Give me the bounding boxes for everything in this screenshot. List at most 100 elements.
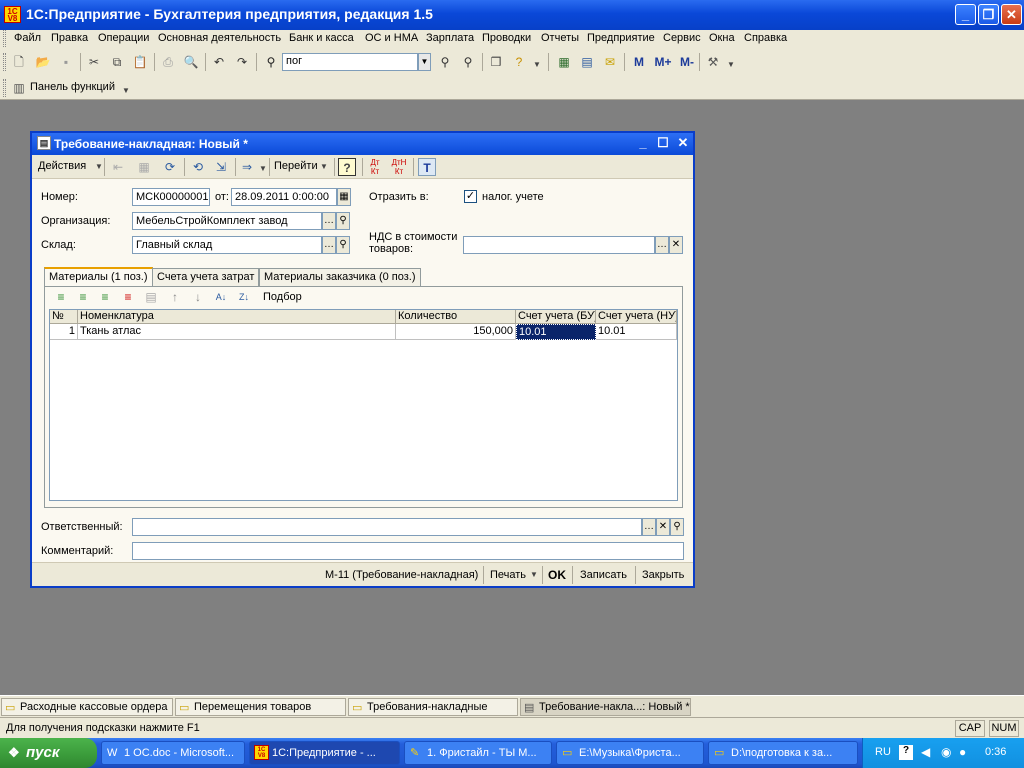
- unpost-icon[interactable]: ⇲: [212, 158, 230, 176]
- paste-icon[interactable]: 📋: [131, 53, 149, 71]
- tax-accounting-checkbox[interactable]: ✓: [464, 190, 477, 203]
- sort-asc-icon[interactable]: A↓: [212, 288, 230, 306]
- move-up-icon[interactable]: ↑: [166, 288, 184, 306]
- window-tab-cash-orders[interactable]: ▭ Расходные кассовые ордера: [1, 698, 173, 716]
- memory-plus-button[interactable]: М+: [651, 53, 675, 71]
- clock[interactable]: 0:36: [985, 746, 1006, 758]
- date-field[interactable]: 28.09.2011 0:00:00: [231, 188, 337, 206]
- redo-icon[interactable]: ↷: [233, 53, 251, 71]
- windows-icon[interactable]: ❒: [487, 53, 505, 71]
- search-input[interactable]: пог: [282, 53, 418, 71]
- tab-cost-accounts[interactable]: Счета учета затрат: [152, 268, 260, 286]
- restore-icon[interactable]: ❐: [978, 4, 999, 25]
- doc-close-icon[interactable]: ✕: [674, 135, 692, 153]
- find-prev-icon[interactable]: ⚲: [436, 53, 454, 71]
- taskbar-item-1c[interactable]: 1C V8 1С:Предприятие - ...: [249, 741, 400, 765]
- doc-minimize-icon[interactable]: _: [634, 135, 652, 153]
- menu-windows[interactable]: Окна: [709, 32, 735, 44]
- new-document-icon[interactable]: 🗋: [10, 53, 28, 71]
- organization-select-icon[interactable]: …: [322, 212, 336, 230]
- calculator-icon[interactable]: ▦: [555, 53, 573, 71]
- vat-select-icon[interactable]: …: [655, 236, 669, 254]
- window-tab-transfers[interactable]: ▭ Перемещения товаров: [175, 698, 346, 716]
- open-icon[interactable]: 📂: [34, 53, 52, 71]
- move-down-icon[interactable]: ↓: [189, 288, 207, 306]
- calendar-icon[interactable]: ▦: [337, 188, 351, 206]
- warehouse-field[interactable]: Главный склад: [132, 236, 322, 254]
- menu-edit[interactable]: Правка: [51, 32, 88, 44]
- sort-desc-icon[interactable]: Z↓: [235, 288, 253, 306]
- table-row-item[interactable]: Ткань атлас: [78, 324, 396, 340]
- vat-field[interactable]: [463, 236, 655, 254]
- menu-service[interactable]: Сервис: [663, 32, 701, 44]
- messages-icon[interactable]: ✉: [601, 53, 619, 71]
- column-header-item[interactable]: Номенклатура: [78, 310, 396, 324]
- memory-minus-button[interactable]: М-: [676, 53, 698, 71]
- add-row-icon[interactable]: ≡: [52, 288, 70, 306]
- window-tab-requisitions[interactable]: ▭ Требования-накладные: [348, 698, 518, 716]
- menu-reports[interactable]: Отчеты: [541, 32, 579, 44]
- post-icon[interactable]: ⟲: [189, 158, 207, 176]
- tab-customer-materials[interactable]: Материалы заказчика (0 поз.): [259, 268, 421, 286]
- tools-icon[interactable]: ⚒: [704, 53, 722, 71]
- search-dropdown-icon[interactable]: ▼: [418, 53, 431, 71]
- app-title-bar[interactable]: 1C V8 1С:Предприятие - Бухгалтерия предпр…: [0, 0, 1024, 30]
- table-row-account-bu[interactable]: 10.01: [516, 324, 596, 340]
- taskbar-item-word[interactable]: W 1 ОС.doc - Microsoft...: [101, 741, 245, 765]
- dt-kt-tax-icon[interactable]: ДтН Кт: [390, 158, 408, 176]
- window-tab-current-document[interactable]: ▤ Требование-накла...: Новый *: [520, 698, 691, 716]
- doc-maximize-icon[interactable]: ☐: [654, 135, 672, 153]
- organization-open-icon[interactable]: ⚲: [336, 212, 350, 230]
- column-header-number[interactable]: №: [50, 310, 78, 324]
- chevron-down-icon[interactable]: ▼: [90, 158, 108, 176]
- menu-postings[interactable]: Проводки: [482, 32, 531, 44]
- menu-fixed-assets[interactable]: ОС и НМА: [365, 32, 418, 44]
- chevron-down-icon[interactable]: ▼: [315, 158, 333, 176]
- responsible-select-icon[interactable]: …: [642, 518, 656, 536]
- delete-row-icon[interactable]: ≡: [119, 288, 137, 306]
- warehouse-open-icon[interactable]: ⚲: [336, 236, 350, 254]
- chevron-down-icon[interactable]: ▼: [528, 56, 546, 74]
- column-header-quantity[interactable]: Количество: [396, 310, 516, 324]
- menu-help[interactable]: Справка: [744, 32, 787, 44]
- prev-document-icon[interactable]: ⇤: [109, 158, 127, 176]
- expand-tray-icon[interactable]: ◀: [921, 745, 930, 759]
- menu-enterprise[interactable]: Предприятие: [587, 32, 655, 44]
- organization-field[interactable]: МебельСтройКомплект завод: [132, 212, 322, 230]
- functions-panel-button[interactable]: Панель функций: [30, 81, 115, 93]
- preview-icon[interactable]: 🔍: [182, 53, 200, 71]
- save-button[interactable]: Записать: [580, 569, 627, 581]
- end-edit-icon[interactable]: ▤: [142, 288, 160, 306]
- copy-icon[interactable]: ⧉: [108, 53, 126, 71]
- cut-icon[interactable]: ✂: [85, 53, 103, 71]
- calendar-icon[interactable]: ▤: [578, 53, 596, 71]
- print-form-button[interactable]: М-11 (Требование-накладная): [325, 569, 478, 581]
- refresh-icon[interactable]: ⟳: [161, 158, 179, 176]
- help-button[interactable]: ?: [338, 158, 356, 176]
- network-icon[interactable]: ●: [959, 745, 966, 759]
- help-icon[interactable]: ?: [899, 745, 913, 760]
- menu-main-activity[interactable]: Основная деятельность: [158, 32, 281, 44]
- responsible-clear-icon[interactable]: ✕: [656, 518, 670, 536]
- vat-clear-icon[interactable]: ✕: [669, 236, 683, 254]
- taskbar-item-folder-music[interactable]: ▭ E:\Музыка\Фриста...: [556, 741, 704, 765]
- warehouse-select-icon[interactable]: …: [322, 236, 336, 254]
- taskbar-item-player[interactable]: ✎ 1. Фристайл - ТЫ М...: [404, 741, 552, 765]
- actions-menu[interactable]: Действия: [38, 160, 86, 172]
- table-row-number[interactable]: 1: [50, 324, 78, 340]
- find-next-icon[interactable]: ⚲: [459, 53, 477, 71]
- table-row-account-nu[interactable]: 10.01: [596, 324, 677, 340]
- media-icon[interactable]: ◉: [941, 745, 951, 759]
- comment-field[interactable]: [132, 542, 684, 560]
- print-icon[interactable]: ⎙: [159, 53, 177, 71]
- menu-bank-cash[interactable]: Банк и касса: [289, 32, 354, 44]
- find-icon[interactable]: ⚲: [262, 53, 280, 71]
- grid-icon[interactable]: ▦: [135, 158, 153, 176]
- goto-menu[interactable]: Перейти: [274, 160, 318, 172]
- tab-materials[interactable]: Материалы (1 поз.): [44, 267, 153, 286]
- chevron-down-icon[interactable]: ▼: [117, 82, 135, 100]
- selection-button[interactable]: Подбор: [263, 291, 302, 303]
- column-header-account-nu[interactable]: Счет учета (НУ): [596, 310, 677, 324]
- menubar-grip[interactable]: [3, 30, 6, 47]
- save-icon[interactable]: ▪: [57, 53, 75, 71]
